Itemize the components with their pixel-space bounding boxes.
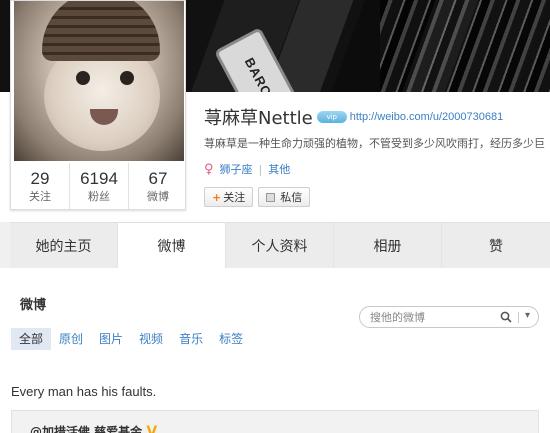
- filter-tags[interactable]: 标签: [211, 328, 251, 350]
- tag-zodiac[interactable]: 狮子座: [220, 161, 253, 177]
- feed-title: 微博: [20, 298, 47, 313]
- filter-original[interactable]: 原创: [51, 328, 91, 350]
- feed-filters: 全部 原创 图片 视频 音乐 标签: [11, 328, 251, 350]
- search-icon[interactable]: [500, 311, 512, 323]
- stat-fans-label: 粉丝: [88, 190, 110, 203]
- tab-home[interactable]: 她的主页: [10, 223, 119, 269]
- repost-author-row: @加措活佛 慈爱基金 V: [30, 423, 157, 433]
- message-icon: [266, 192, 276, 202]
- plus-icon: +: [212, 190, 222, 204]
- post-text: Every man has his faults.: [11, 384, 157, 399]
- stat-posts-count: 67: [148, 169, 168, 188]
- tab-likes[interactable]: 赞: [442, 223, 550, 269]
- stat-posts[interactable]: 67 微博: [129, 163, 187, 209]
- tab-weibo[interactable]: 微博: [118, 223, 227, 269]
- profile-url-link[interactable]: http://weibo.com/u/2000730681: [350, 111, 504, 123]
- profile-bio: 荨麻草是一种生命力顽强的植物，不管受到多少风吹雨打，经历多少巨: [204, 137, 545, 150]
- stat-following-label: 关注: [29, 190, 51, 203]
- profile-actions: + 关注 私信: [204, 187, 311, 207]
- tab-profile-info[interactable]: 个人资料: [226, 223, 335, 269]
- filter-all[interactable]: 全部: [11, 328, 52, 350]
- stat-following-count: 29: [30, 169, 50, 188]
- stats-bar: 29 关注 6194 粉丝 67 微博: [11, 163, 187, 209]
- message-button-label: 私信: [280, 191, 303, 204]
- repost-box: @加措活佛 慈爱基金 V: [11, 410, 539, 433]
- avatar[interactable]: [14, 1, 184, 161]
- vip-badge-icon[interactable]: vip: [316, 111, 347, 123]
- filter-videos[interactable]: 视频: [131, 328, 171, 350]
- stat-fans[interactable]: 6194 粉丝: [70, 163, 129, 209]
- avatar-card: 29 关注 6194 粉丝 67 微博: [10, 0, 186, 210]
- stat-posts-label: 微博: [147, 190, 169, 203]
- feed-search: ▾: [359, 306, 539, 328]
- stat-fans-count: 6194: [80, 169, 118, 188]
- stat-following[interactable]: 29 关注: [11, 163, 70, 209]
- profile-name-row: 荨麻草Nettle vip http://weibo.com/u/2000730…: [204, 104, 503, 130]
- chevron-down-icon[interactable]: ▾: [525, 310, 530, 321]
- filter-images[interactable]: 图片: [91, 328, 131, 350]
- follow-button[interactable]: + 关注: [204, 187, 254, 207]
- tab-album[interactable]: 相册: [334, 223, 443, 269]
- verified-v-icon: V: [146, 424, 158, 433]
- feed-search-input[interactable]: [370, 310, 490, 324]
- message-button[interactable]: 私信: [258, 187, 311, 207]
- profile-tabs: 她的主页 微博 个人资料 相册 赞: [10, 222, 550, 269]
- feed-panel: 微博 ▾ 全部 原创 图片 视频 音乐 标签 Every man has his…: [0, 268, 550, 433]
- repost-author[interactable]: @加措活佛 慈爱基金: [30, 425, 142, 433]
- search-divider: [518, 312, 519, 323]
- cover-tag-text: BARC: [241, 55, 275, 92]
- tag-other[interactable]: 其他: [268, 161, 290, 177]
- follow-button-label: 关注: [223, 191, 246, 204]
- female-gender-icon: ♀: [204, 161, 214, 177]
- filter-music[interactable]: 音乐: [171, 328, 211, 350]
- profile-tags: ♀ 狮子座 | 其他: [204, 161, 290, 177]
- profile-name: 荨麻草Nettle: [204, 108, 313, 129]
- tag-separator: |: [258, 162, 263, 176]
